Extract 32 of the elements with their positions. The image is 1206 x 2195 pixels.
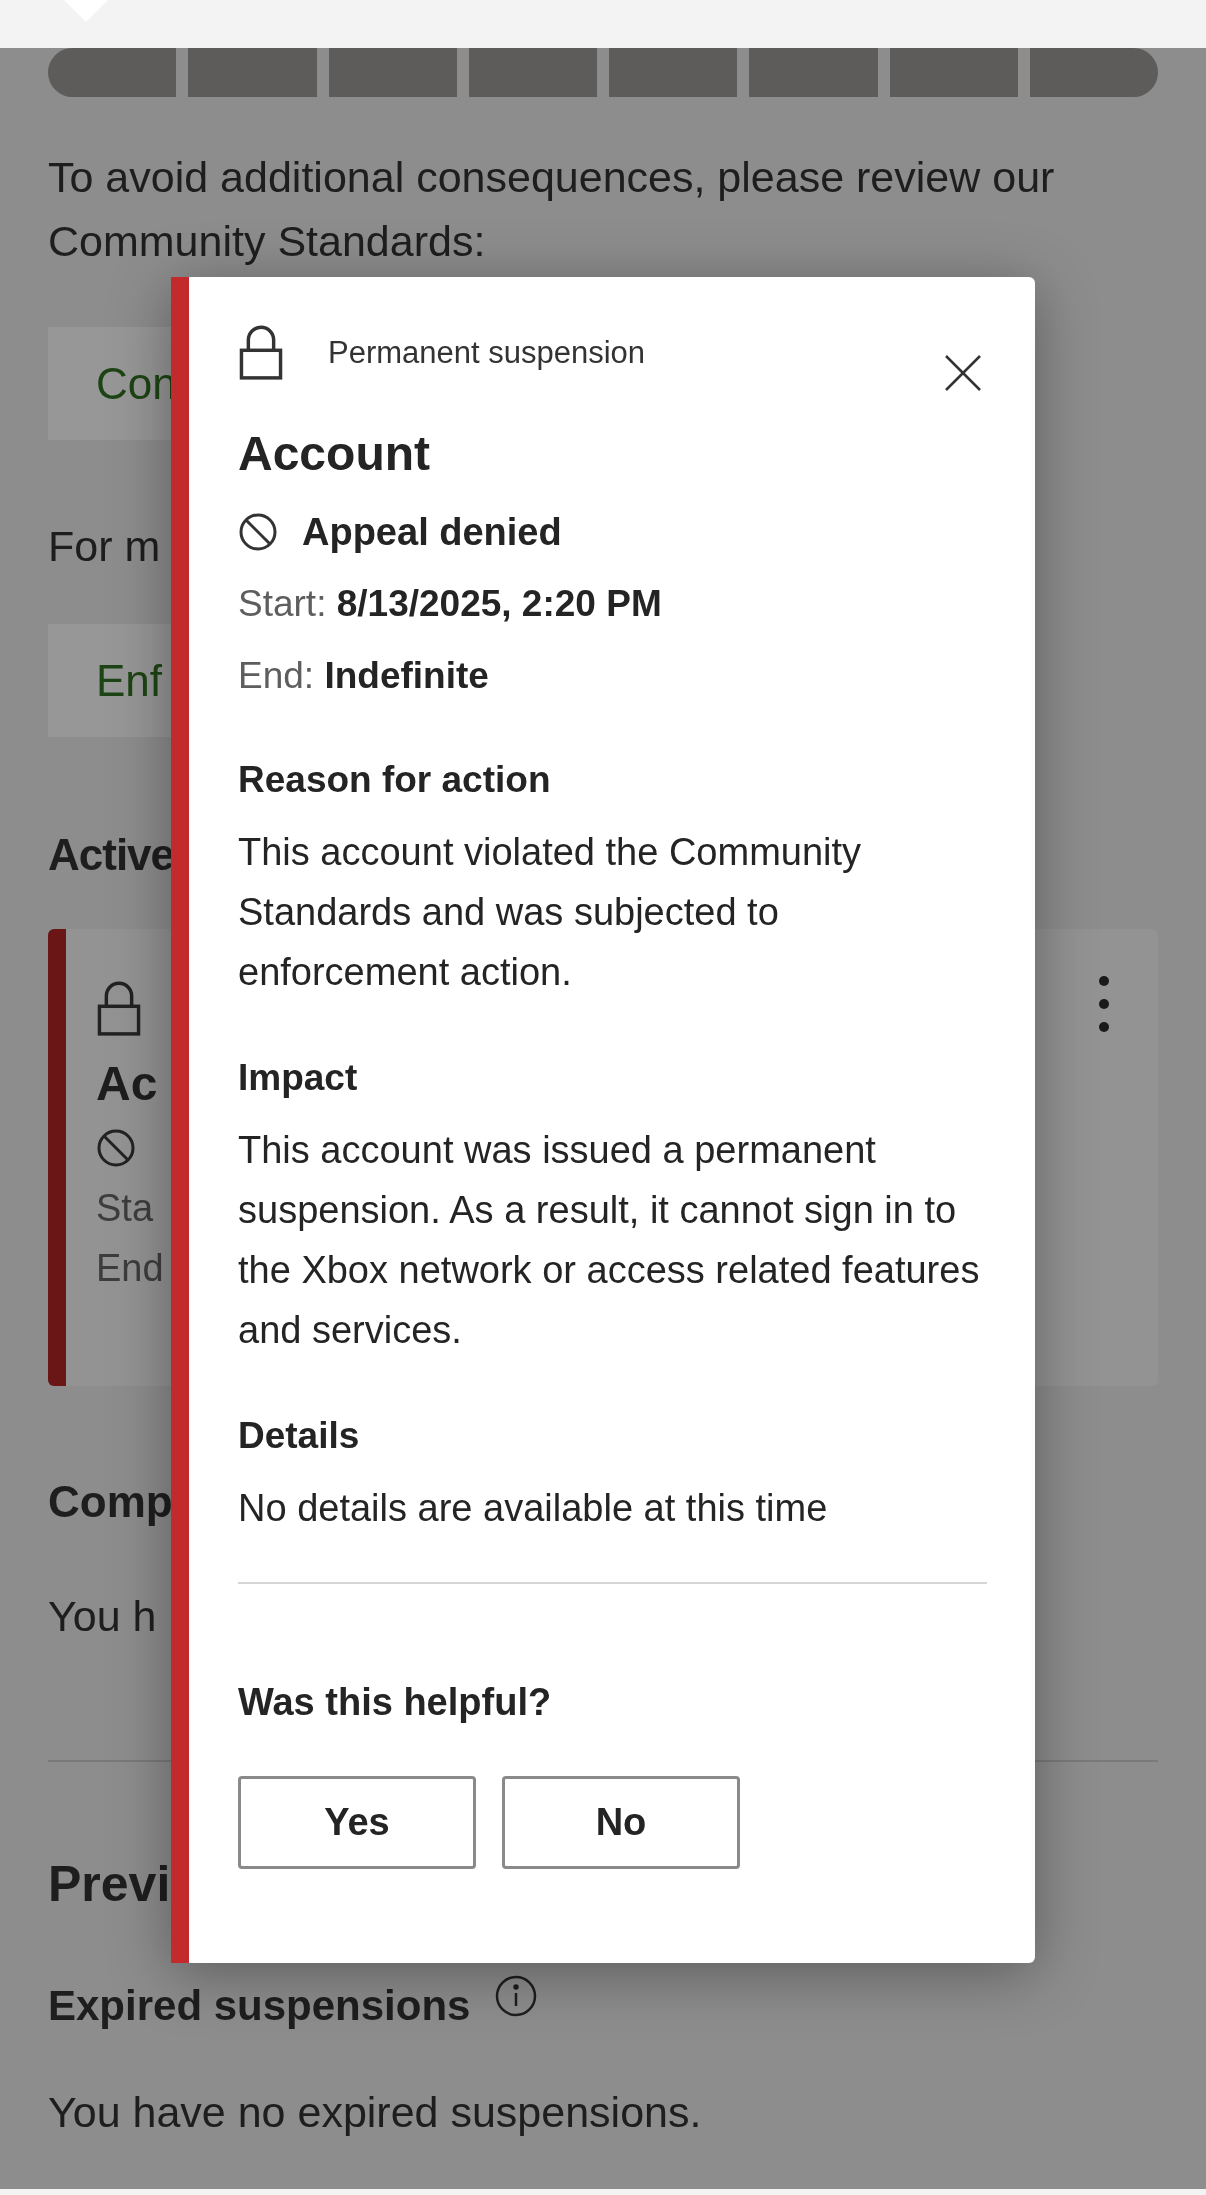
lock-icon bbox=[238, 325, 284, 381]
card-title: Ac bbox=[96, 1056, 158, 1113]
start-date: Start: 8/13/2025, 2:20 PM bbox=[238, 582, 663, 626]
dialog-title: Account bbox=[238, 426, 431, 482]
section-heading: Previ bbox=[48, 1855, 171, 1914]
prohibited-icon bbox=[96, 1128, 136, 1169]
dialog-category: Permanent suspension bbox=[328, 334, 646, 372]
prohibited-icon bbox=[238, 512, 278, 552]
feedback-button[interactable]: No bbox=[502, 1776, 740, 1869]
section-subheading: Expired suspensions bbox=[48, 1981, 471, 2031]
section-heading: Impact bbox=[238, 1056, 359, 1100]
feedback-question: Was this helpful? bbox=[238, 1680, 553, 1725]
info-icon[interactable] bbox=[494, 1974, 539, 2018]
appeal-status: Appeal denied bbox=[302, 510, 562, 555]
compliance-text: You h bbox=[48, 1591, 157, 1642]
info-text: For m bbox=[48, 521, 161, 572]
feedback-button[interactable]: Yes bbox=[238, 1776, 476, 1869]
card-end-label: End bbox=[96, 1246, 164, 1292]
intro-text: To avoid additional consequences, please review our Community Standards: bbox=[48, 152, 1056, 267]
section-body: This account was issued a permanent suspension. As a result, it cannot sign in to the Xbox network or access related features and services. bbox=[238, 1128, 981, 1353]
section-heading: Active bbox=[48, 829, 175, 881]
section-heading: Comp bbox=[48, 1476, 173, 1528]
lock-icon bbox=[96, 981, 142, 1037]
card-start-label: Sta bbox=[96, 1186, 154, 1232]
more-options-icon[interactable] bbox=[1098, 975, 1110, 1033]
section-heading: Details bbox=[238, 1414, 361, 1458]
close-button[interactable] bbox=[943, 353, 983, 393]
section-body: This account violated the Community Standards and was subjected to enforcement action. bbox=[238, 830, 863, 995]
expired-text: You have no expired suspensions. bbox=[48, 2087, 703, 2138]
end-date: End: Indefinite bbox=[238, 654, 490, 698]
section-heading: Reason for action bbox=[238, 758, 552, 802]
section-body: No details are available at this time bbox=[238, 1486, 829, 1531]
